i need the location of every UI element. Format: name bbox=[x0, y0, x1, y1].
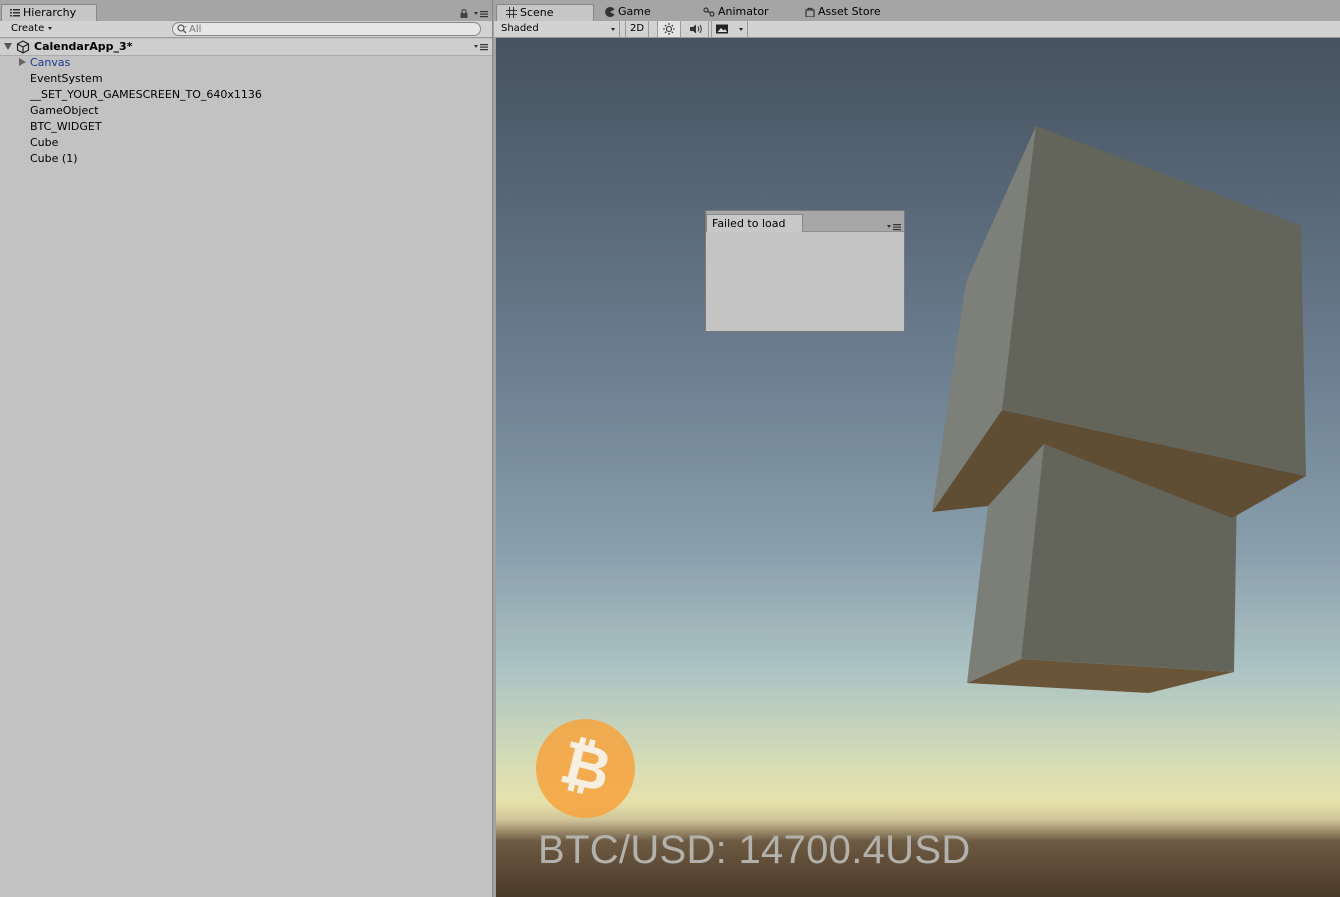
scene-viewport[interactable]: Failed to load ₿ BTC/USD: 14700.4USD bbox=[496, 38, 1340, 897]
scene-toolbar: Shaded 2D bbox=[494, 21, 1340, 38]
search-input[interactable] bbox=[189, 23, 469, 35]
shading-mode-dropdown[interactable]: Shaded bbox=[501, 21, 620, 37]
tab-scene[interactable]: Scene bbox=[496, 4, 594, 21]
hierarchy-panel: Hierarchy Create CalendarApp_3* bbox=[0, 0, 493, 897]
list-icon bbox=[10, 9, 20, 17]
lighting-toggle-button[interactable] bbox=[657, 21, 681, 37]
hierarchy-item-btc-widget[interactable]: BTC_WIDGET bbox=[30, 119, 102, 135]
lock-icon[interactable] bbox=[460, 9, 468, 18]
image-effects-icon bbox=[716, 24, 728, 34]
failed-window-tabbar: Failed to load bbox=[706, 211, 904, 232]
search-icon bbox=[177, 24, 187, 34]
grid-icon bbox=[506, 7, 517, 18]
hierarchy-item-canvas[interactable]: Canvas bbox=[30, 55, 70, 71]
scene-menu-icon[interactable] bbox=[474, 43, 488, 51]
tab-game[interactable]: Game bbox=[605, 4, 651, 21]
create-dropdown-button[interactable]: Create bbox=[6, 22, 56, 36]
scene-name-label: CalendarApp_3* bbox=[34, 40, 133, 53]
store-bag-icon bbox=[805, 7, 815, 17]
hierarchy-item-gamescreen-note[interactable]: __SET_YOUR_GAMESCREEN_TO_640x1136 bbox=[30, 87, 262, 103]
pacman-icon bbox=[605, 7, 615, 17]
hierarchy-item-eventsystem[interactable]: EventSystem bbox=[30, 71, 103, 87]
unity-scene-icon bbox=[16, 40, 30, 54]
window-menu-icon[interactable] bbox=[887, 223, 901, 231]
toggle-2d-button[interactable]: 2D bbox=[625, 21, 649, 37]
tab-scene-label: Scene bbox=[520, 6, 554, 19]
bitcoin-logo-icon: ₿ bbox=[536, 719, 635, 818]
animator-icon bbox=[703, 7, 715, 17]
panel-menu-icon[interactable] bbox=[474, 10, 488, 18]
failed-window-tab[interactable]: Failed to load bbox=[706, 214, 803, 232]
sun-icon bbox=[663, 23, 675, 35]
effects-dropdown-button[interactable] bbox=[711, 21, 748, 37]
scene-panel: Scene Game Animator Asset Store Shaded 2… bbox=[494, 0, 1340, 897]
foldout-expanded-icon[interactable] bbox=[4, 43, 12, 50]
tab-hierarchy-label: Hierarchy bbox=[23, 6, 77, 19]
scene-root-row[interactable]: CalendarApp_3* bbox=[0, 39, 492, 56]
hierarchy-tab-strip: Hierarchy bbox=[0, 0, 492, 22]
hierarchy-toolbar: Create bbox=[0, 21, 492, 38]
hierarchy-item-cube-1[interactable]: Cube (1) bbox=[30, 151, 77, 167]
speaker-icon bbox=[690, 24, 702, 34]
btc-price-label: BTC/USD: 14700.4USD bbox=[538, 828, 971, 872]
tab-asset-store[interactable]: Asset Store bbox=[805, 4, 881, 21]
failed-to-load-window: Failed to load bbox=[705, 210, 905, 332]
foldout-collapsed-icon[interactable] bbox=[19, 58, 26, 66]
tab-hierarchy[interactable]: Hierarchy bbox=[1, 4, 97, 21]
hierarchy-search-field[interactable] bbox=[172, 22, 481, 36]
hierarchy-item-gameobject[interactable]: GameObject bbox=[30, 103, 99, 119]
tab-asset-store-label: Asset Store bbox=[818, 5, 881, 18]
tab-animator-label: Animator bbox=[718, 5, 769, 18]
hierarchy-item-cube[interactable]: Cube bbox=[30, 135, 58, 151]
tab-game-label: Game bbox=[618, 5, 651, 18]
tab-animator[interactable]: Animator bbox=[703, 4, 769, 21]
audio-toggle-button[interactable] bbox=[685, 21, 709, 37]
scene-tab-strip: Scene Game Animator Asset Store bbox=[494, 0, 1340, 22]
